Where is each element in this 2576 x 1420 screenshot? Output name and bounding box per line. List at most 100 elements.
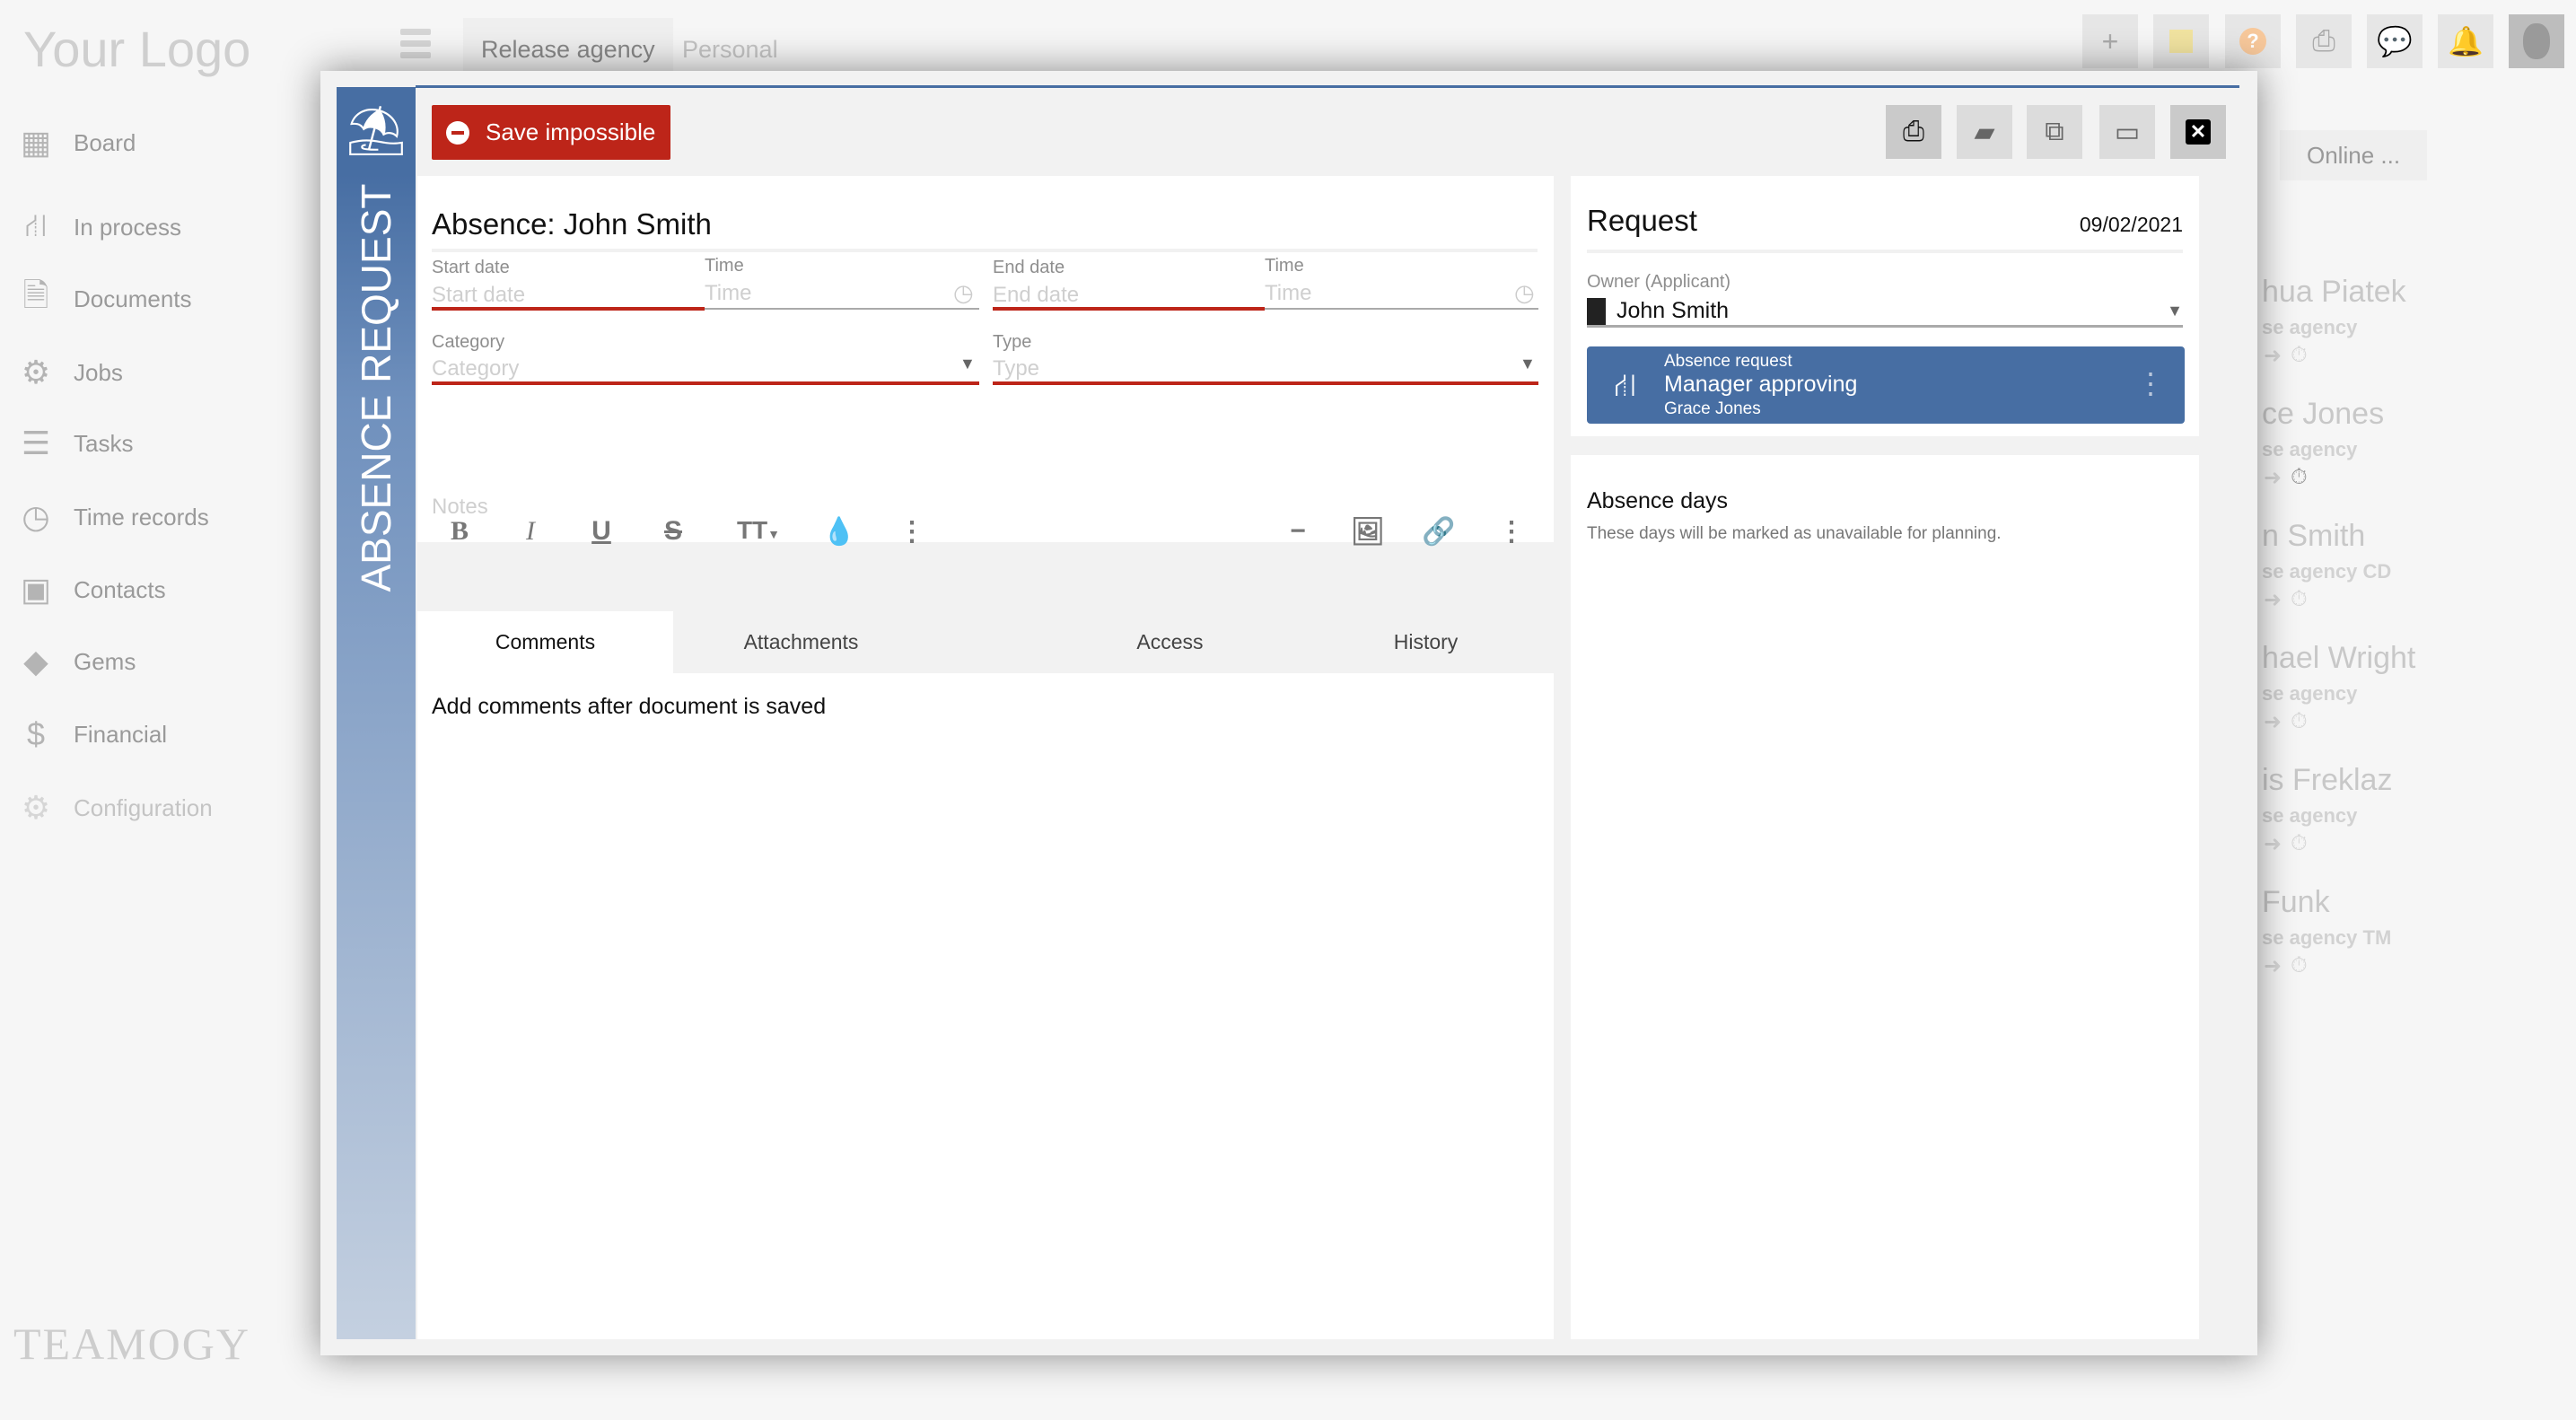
tasks-icon: ☰	[21, 425, 51, 461]
login-icon: ➜	[2264, 710, 2282, 734]
request-title: Request	[1587, 204, 1697, 237]
horizontal-rule-button[interactable]: −	[1280, 516, 1316, 547]
stopwatch-icon[interactable]: ⏱	[2291, 465, 2308, 490]
sidebar-item-jobs[interactable]: ⚙ Jobs	[16, 350, 123, 395]
logo: Your Logo	[23, 21, 251, 77]
sidebar-item-contacts[interactable]: ▣ Contacts	[16, 567, 166, 612]
sidebar-item-documents[interactable]: 🗎 Documents	[16, 276, 192, 321]
sidebar-item-time-records[interactable]: ◷ Time records	[16, 495, 208, 539]
person-name[interactable]: hael Wright	[2262, 641, 2415, 676]
avatar[interactable]	[2509, 14, 2564, 68]
underline	[432, 381, 979, 385]
stopwatch-icon[interactable]: ⏱	[2291, 587, 2308, 612]
type-select[interactable]: Type	[993, 356, 1039, 381]
underline	[993, 307, 1265, 311]
sidebar-item-label: Financial	[74, 720, 168, 748]
accent-line	[416, 85, 2239, 88]
sidebar-item-label: Configuration	[74, 793, 213, 821]
save-label: Save impossible	[486, 118, 656, 145]
beach-umbrella-icon: ⛱	[337, 87, 416, 176]
color-drop-icon[interactable]: 💧	[821, 516, 857, 548]
person-name[interactable]: Funk	[2262, 885, 2330, 920]
contact-icon: ▣	[20, 571, 51, 608]
plus-icon[interactable]: +	[2082, 14, 2138, 68]
sidebar-item-tasks[interactable]: ☰ Tasks	[16, 421, 134, 466]
stopwatch-icon[interactable]: ⏱	[2291, 343, 2308, 368]
save-impossible-button[interactable]: Save impossible	[432, 105, 670, 160]
more-vertical-icon[interactable]: ⋮	[894, 516, 930, 548]
gear-icon: ⚙	[21, 789, 51, 826]
print-button[interactable]: ⎙	[1886, 105, 1941, 159]
stopwatch-icon[interactable]: ⏱	[2291, 953, 2308, 978]
tab-history[interactable]: History	[1298, 611, 1554, 673]
underline	[705, 308, 979, 310]
gears-icon: ⚙	[21, 354, 51, 390]
grid-icon: ▦	[20, 124, 51, 161]
absence-days-description: These days will be marked as unavailable…	[1587, 524, 2002, 543]
document-title: Absence: John Smith	[432, 207, 712, 241]
start-date-input[interactable]: Start date	[432, 283, 525, 308]
bell-icon[interactable]: 🔔	[2438, 14, 2493, 68]
more-vertical-icon[interactable]: ⋮	[1494, 516, 1529, 548]
sidebar-item-financial[interactable]: $ Financial	[16, 712, 167, 757]
end-date-input[interactable]: End date	[993, 283, 1079, 308]
note-button[interactable]: ▰	[1957, 105, 2012, 159]
maximize-button[interactable]: ▭	[2099, 105, 2155, 159]
sidebar-item-label: Documents	[74, 285, 192, 312]
more-vertical-icon[interactable]: ⋮	[2136, 366, 2165, 400]
workflow-state: Manager approving	[1664, 372, 1858, 397]
font-size-button[interactable]: TT▼	[732, 516, 785, 545]
tab-attachments[interactable]: Attachments	[673, 611, 929, 673]
category-label: Category	[432, 332, 505, 352]
sticky-note-icon[interactable]	[2153, 14, 2209, 68]
close-button[interactable]: ✕	[2170, 105, 2226, 159]
start-time-label: Time	[705, 256, 744, 276]
workflow-card[interactable]: ⛙ Absence request Manager approving Grac…	[1587, 346, 2185, 424]
gem-icon: ◆	[23, 643, 48, 679]
clock-icon[interactable]: ◷	[1514, 279, 1535, 307]
sidebar-item-label: Gems	[74, 647, 136, 675]
chevron-down-icon[interactable]: ▼	[1520, 355, 1536, 373]
sidebar-item-gems[interactable]: ◆ Gems	[16, 639, 136, 684]
absence-request-dialog: ⛱ ABSENCE REQUEST Save impossible ⎙ ▰ ⧉ …	[320, 71, 2257, 1355]
category-select[interactable]: Category	[432, 356, 519, 381]
stopwatch-icon[interactable]: ⏱	[2291, 831, 2308, 856]
person-name[interactable]: ce Jones	[2262, 397, 2384, 432]
help-icon[interactable]: ?	[2225, 14, 2281, 68]
sidebar-item-label: Board	[74, 128, 136, 156]
end-date-label: End date	[993, 258, 1065, 277]
tab-comments[interactable]: Comments	[417, 611, 673, 673]
person-name[interactable]: is Freklaz	[2262, 763, 2392, 798]
image-button[interactable]: 🖼	[1350, 516, 1386, 548]
underline-button[interactable]: U	[583, 516, 619, 547]
end-time-input[interactable]: Time	[1265, 281, 1311, 306]
minus-circle-icon	[446, 120, 469, 145]
sidebar-item-configuration[interactable]: ⚙ Configuration	[16, 785, 213, 830]
tab-access[interactable]: Access	[1042, 611, 1298, 673]
sidebar-item-label: In process	[74, 213, 181, 241]
person-name[interactable]: hua Piatek	[2262, 275, 2406, 310]
person-name[interactable]: n Smith	[2262, 519, 2365, 554]
sidebar-item-label: Tasks	[74, 429, 134, 457]
start-time-input[interactable]: Time	[705, 281, 751, 306]
link-button[interactable]: 🔗	[1421, 516, 1457, 548]
stopwatch-icon[interactable]: ⏱	[2291, 709, 2308, 734]
sidebar-item-label: Contacts	[74, 575, 166, 603]
bold-button[interactable]: B	[442, 516, 478, 547]
italic-button[interactable]: I	[513, 516, 548, 547]
clock-icon[interactable]: ◷	[953, 279, 974, 307]
breadcrumb[interactable]: Online ...	[2280, 130, 2428, 180]
login-icon: ➜	[2264, 954, 2282, 978]
chat-icon[interactable]: 💬	[2367, 14, 2423, 68]
notes-input[interactable]: Notes	[432, 495, 488, 520]
dollar-icon: $	[26, 715, 46, 752]
menu-icon[interactable]	[400, 29, 431, 64]
strikethrough-button[interactable]: S	[655, 516, 691, 547]
owner-select[interactable]: John Smith ▼	[1587, 297, 2183, 328]
copy-button[interactable]: ⧉	[2027, 105, 2082, 159]
sidebar-item-in-process[interactable]: ⛙ In process	[16, 205, 181, 250]
sidebar-item-board[interactable]: ▦ Board	[16, 120, 136, 165]
start-date-label: Start date	[432, 258, 510, 277]
print-icon[interactable]: ⎙	[2296, 14, 2352, 68]
chevron-down-icon[interactable]: ▼	[959, 355, 976, 373]
